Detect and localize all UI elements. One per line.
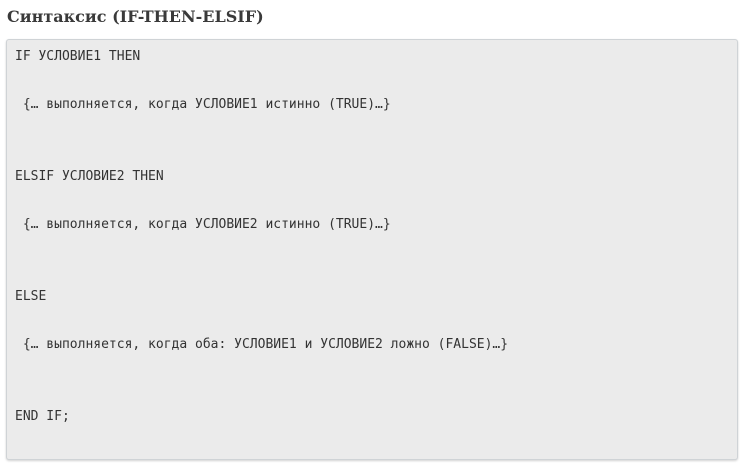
code-line-else: ELSE xyxy=(15,289,47,304)
code-line-else-body: {… выполняется, когда оба: УСЛОВИЕ1 и УС… xyxy=(15,337,509,352)
code-line-end-if: END IF; xyxy=(15,409,70,424)
code-line-elsif: ELSIF УСЛОВИЕ2 THEN xyxy=(15,169,164,184)
code-block: IF УСЛОВИЕ1 THEN {… выполняется, когда У… xyxy=(6,39,738,460)
code-line-then-body: {… выполняется, когда УСЛОВИЕ1 истинно (… xyxy=(15,97,391,112)
section-heading: Синтаксис (IF-THEN-ELSIF) xyxy=(7,7,264,26)
code-line-elsif-body: {… выполняется, когда УСЛОВИЕ2 истинно (… xyxy=(15,217,391,232)
code-line-if: IF УСЛОВИЕ1 THEN xyxy=(15,49,141,64)
